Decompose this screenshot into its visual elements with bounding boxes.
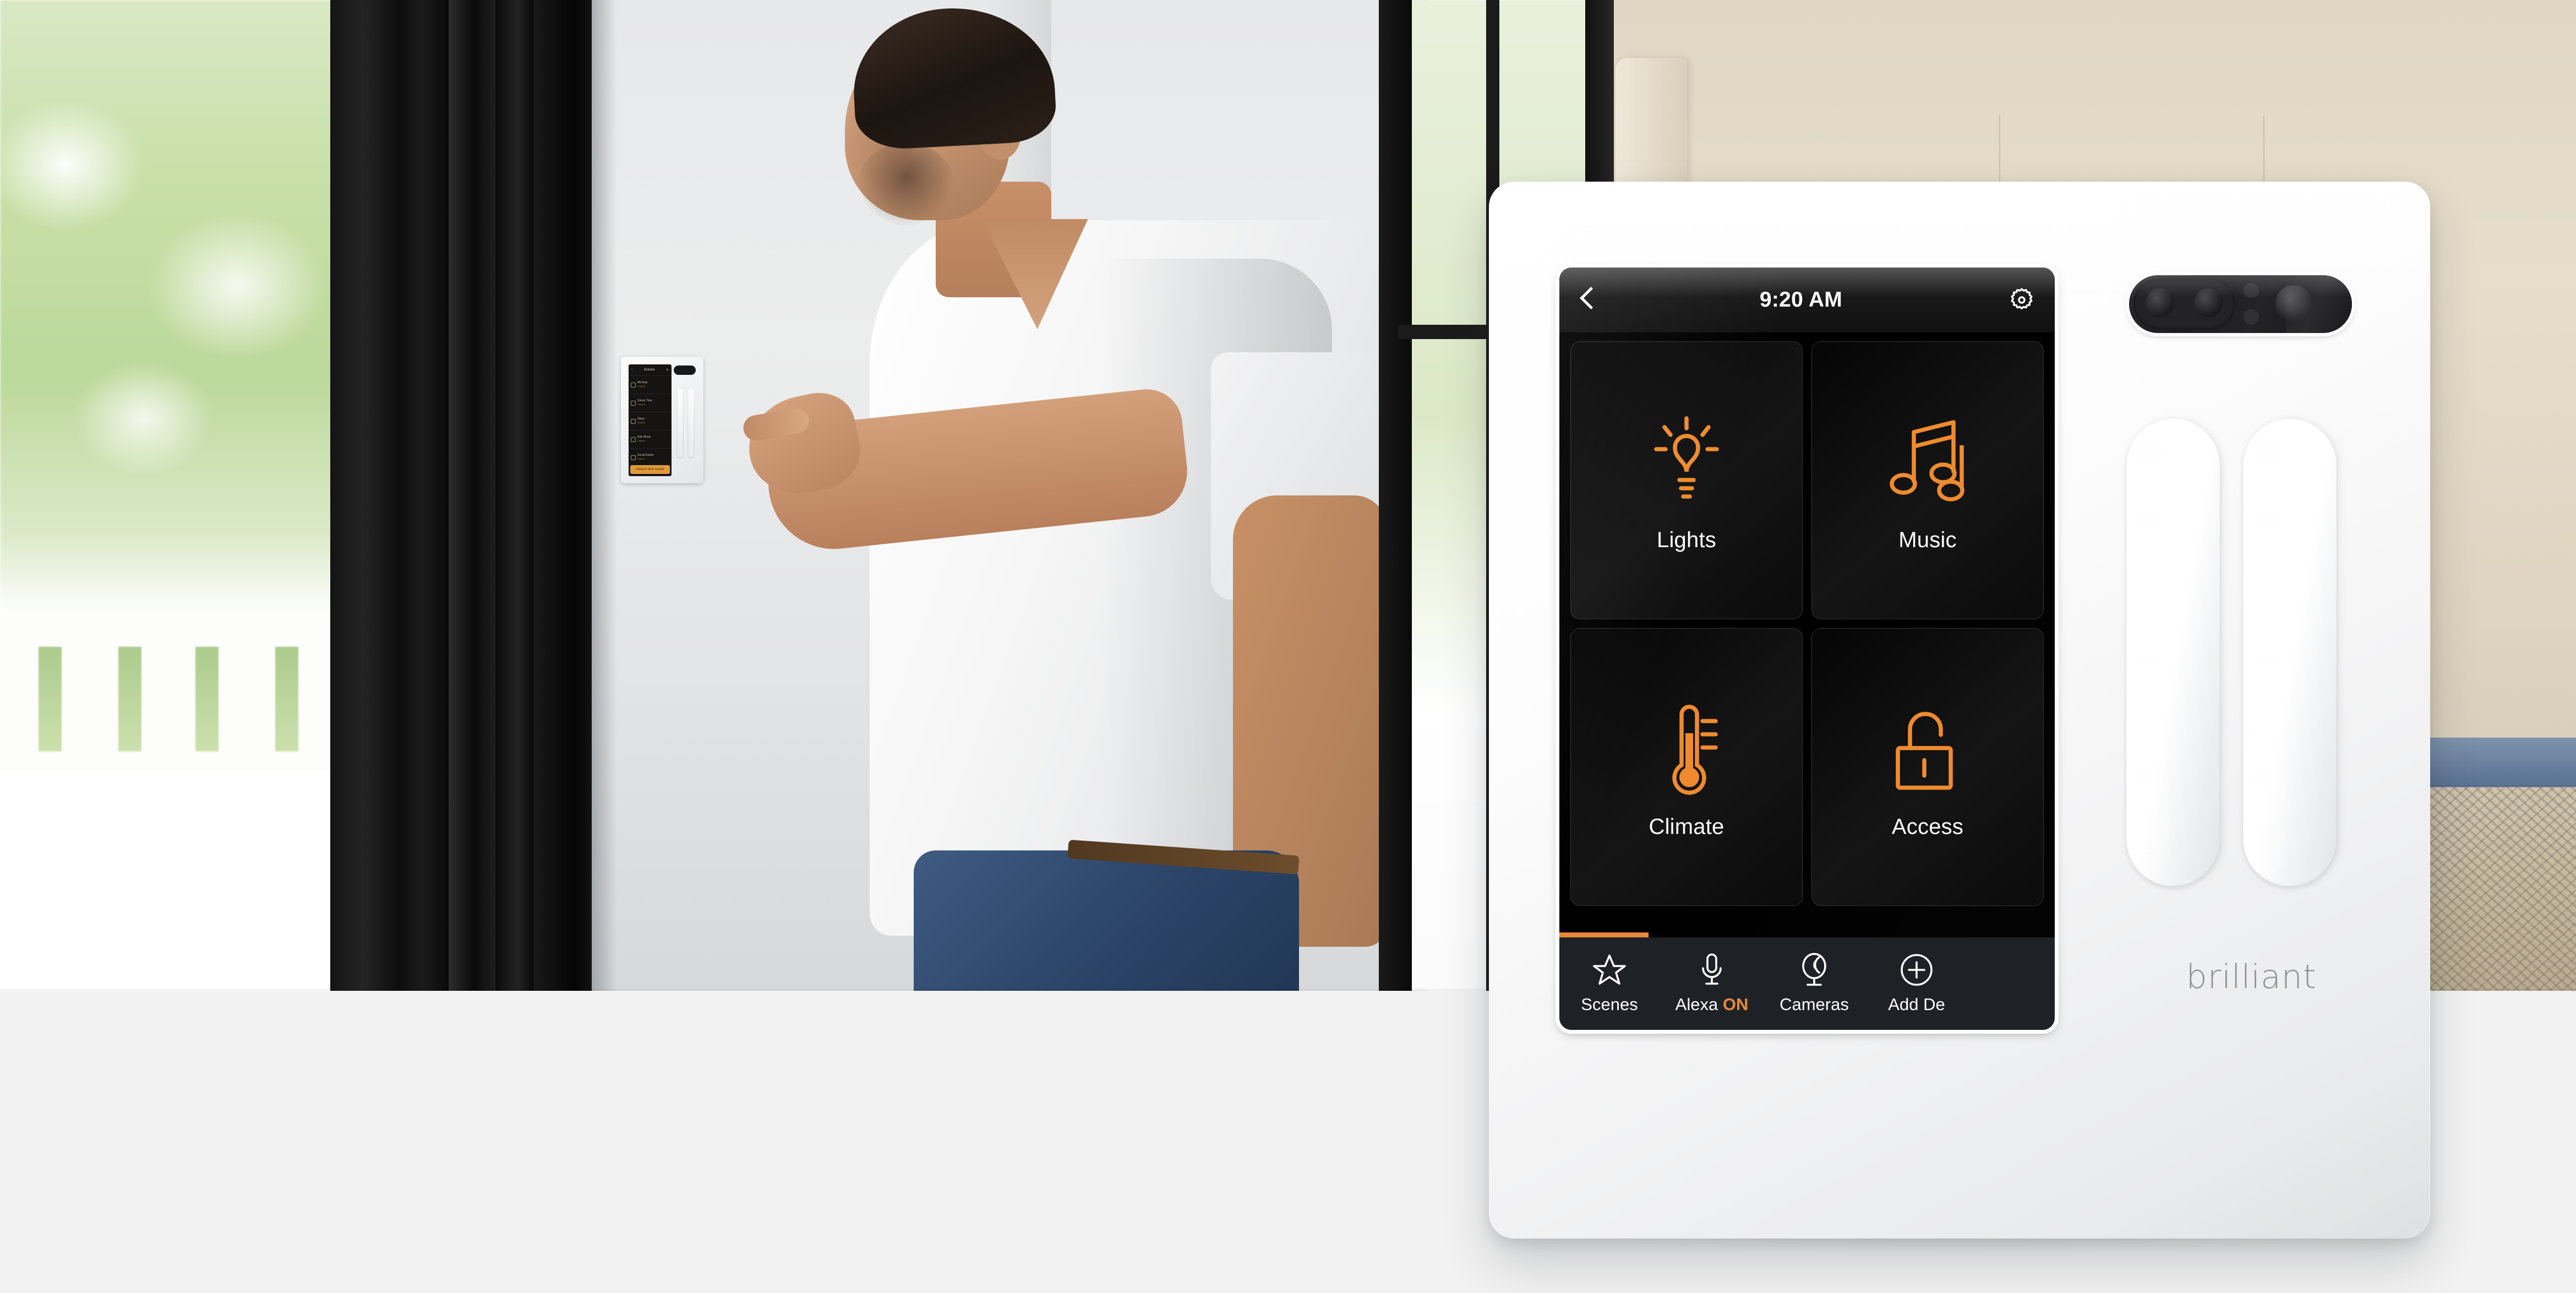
scene-icon <box>631 455 636 460</box>
tile-grid: Lights Music Climate Access <box>1559 332 2055 906</box>
alexa-status-badge: ON <box>1722 995 1749 1014</box>
tile-label: Lights <box>1657 528 1716 552</box>
tile-label: Music <box>1898 528 1957 552</box>
camera-glass-glint <box>2286 275 2352 333</box>
wall-switch-row-sub: Custom <box>637 421 645 424</box>
jeans <box>914 850 1299 991</box>
nav-item-add-device[interactable]: Add De <box>1881 953 1952 1014</box>
scene-icon <box>631 418 636 424</box>
back-chevron-icon[interactable] <box>1579 287 1593 313</box>
nav-item-alexa[interactable]: Alexa ON <box>1676 953 1748 1014</box>
unlocked-padlock-icon <box>1888 695 1968 805</box>
tile-music[interactable]: Music <box>1811 341 2044 619</box>
lightbulb-icon <box>1645 408 1728 518</box>
tile-lights[interactable]: Lights <box>1570 341 1803 619</box>
mullion-segment <box>330 0 449 991</box>
music-note-icon <box>1885 408 1971 518</box>
microphone-icon <box>1700 953 1723 987</box>
wall-switch-row-sub: Custom <box>637 439 645 442</box>
nav-label-alexa-text: Alexa <box>1675 995 1718 1014</box>
camera-lens <box>2146 288 2174 317</box>
patterned-bedding <box>2411 787 2576 991</box>
thermometer-icon <box>1651 695 1722 805</box>
screen-topbar: 9:20 AM <box>1559 268 2055 332</box>
right-window-frame <box>1379 0 1412 991</box>
wall-switch-row-sub: Custom <box>637 385 645 388</box>
person <box>650 0 1448 991</box>
brilliant-control-panel: 9:20 AM Lights Music Climate Access Scen… <box>1489 182 2430 1239</box>
plus-circle-icon <box>1900 953 1934 987</box>
camera-lens <box>2194 288 2223 317</box>
hair <box>849 3 1058 151</box>
nav-label-cameras: Cameras <box>1780 995 1849 1014</box>
scene-icon <box>631 400 636 406</box>
wall-switch-row-label: Morning <box>637 381 648 385</box>
screen-navbar: Scenes Alexa ON Cameras Add De <box>1559 937 2055 1030</box>
clock-label: 9:20 AM <box>1759 288 1843 312</box>
nav-item-cameras[interactable]: Cameras <box>1778 953 1850 1014</box>
dimmer-slider-right[interactable] <box>2243 418 2337 886</box>
nav-label-add-device: Add De <box>1888 995 1945 1014</box>
tile-access[interactable]: Access <box>1811 628 2044 906</box>
brilliant-logo: brilliant <box>2186 958 2317 996</box>
tile-climate[interactable]: Climate <box>1570 628 1803 906</box>
gear-icon[interactable] <box>2009 287 2035 313</box>
dimmer-slider-left[interactable] <box>2126 418 2220 886</box>
wall-switch-row-sub: Custom <box>637 457 645 460</box>
wall-switch-back-icon[interactable]: ‹ <box>631 368 632 372</box>
wall-switch-row-label: Sleep <box>637 417 645 421</box>
camera-icon <box>1799 953 1830 987</box>
nav-label-alexa: Alexa ON <box>1676 995 1749 1014</box>
camera-sensor-dot <box>2244 309 2259 325</box>
tile-label: Access <box>1891 815 1964 839</box>
star-icon <box>1593 953 1626 987</box>
scene-icon <box>631 382 636 388</box>
mullion-segment <box>534 0 592 991</box>
tile-label: Climate <box>1649 815 1724 839</box>
wall-switch-row-sub: Custom <box>637 403 645 406</box>
mullion-segment <box>449 0 495 991</box>
panel-touchscreen[interactable]: 9:20 AM Lights Music Climate Access Scen… <box>1559 268 2055 1030</box>
scene-icon <box>631 437 636 442</box>
nav-label-scenes: Scenes <box>1581 995 1638 1014</box>
wall-switch-row-label: Kids Music <box>637 435 651 439</box>
page-indicator <box>1559 932 2055 937</box>
page-indicator-fill <box>1559 932 1649 937</box>
camera-module <box>2129 275 2352 333</box>
nav-item-scenes[interactable]: Scenes <box>1574 953 1645 1014</box>
mullion-segment <box>495 0 534 991</box>
camera-sensor-dot <box>2244 283 2259 298</box>
wall-edge-shadow <box>592 0 617 991</box>
